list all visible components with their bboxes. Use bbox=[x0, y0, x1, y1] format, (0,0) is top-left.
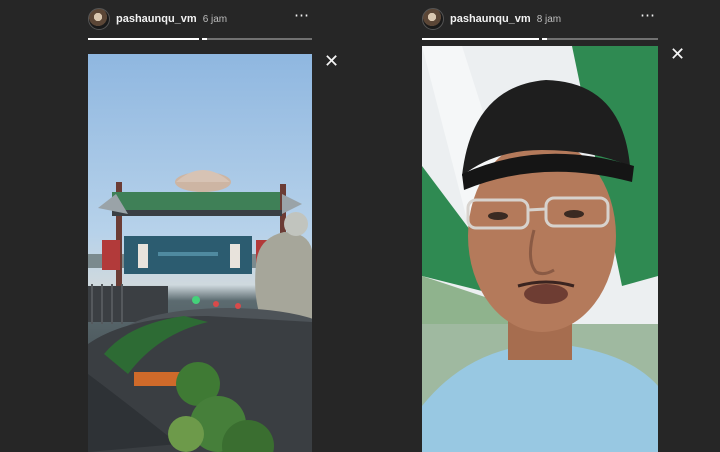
more-options-icon[interactable]: ⋯ bbox=[640, 8, 656, 23]
story-panel-left: pashaunqu_vm 6 jam ⋯ bbox=[84, 0, 316, 452]
story-media[interactable] bbox=[88, 54, 312, 452]
progress-segment bbox=[541, 38, 658, 40]
more-options-icon[interactable]: ⋯ bbox=[294, 8, 310, 23]
story-progress-bar bbox=[422, 38, 658, 40]
avatar[interactable] bbox=[88, 8, 110, 30]
story-panel-right: pashaunqu_vm 8 jam ⋯ bbox=[418, 0, 662, 452]
username-label[interactable]: pashaunqu_vm 6 jam bbox=[116, 13, 227, 25]
timestamp: 6 jam bbox=[202, 14, 228, 25]
story-progress-bar bbox=[88, 38, 312, 40]
progress-segment bbox=[422, 38, 539, 40]
story-header: pashaunqu_vm 6 jam ⋯ bbox=[84, 6, 316, 32]
story-header: pashaunqu_vm 8 jam ⋯ bbox=[418, 6, 662, 32]
selfie-video-photo bbox=[422, 46, 658, 452]
timestamp: 8 jam bbox=[536, 14, 562, 25]
progress-segment bbox=[201, 38, 312, 40]
avatar[interactable] bbox=[422, 8, 444, 30]
username-text[interactable]: pashaunqu_vm bbox=[450, 13, 531, 25]
close-icon[interactable]: ✕ bbox=[324, 52, 339, 70]
progress-segment bbox=[88, 38, 199, 40]
username-label[interactable]: pashaunqu_vm 8 jam bbox=[450, 13, 561, 25]
story-media[interactable] bbox=[422, 46, 658, 452]
username-text[interactable]: pashaunqu_vm bbox=[116, 13, 197, 25]
outdoor-stage-photo bbox=[88, 170, 312, 452]
close-icon[interactable]: ✕ bbox=[670, 45, 685, 63]
